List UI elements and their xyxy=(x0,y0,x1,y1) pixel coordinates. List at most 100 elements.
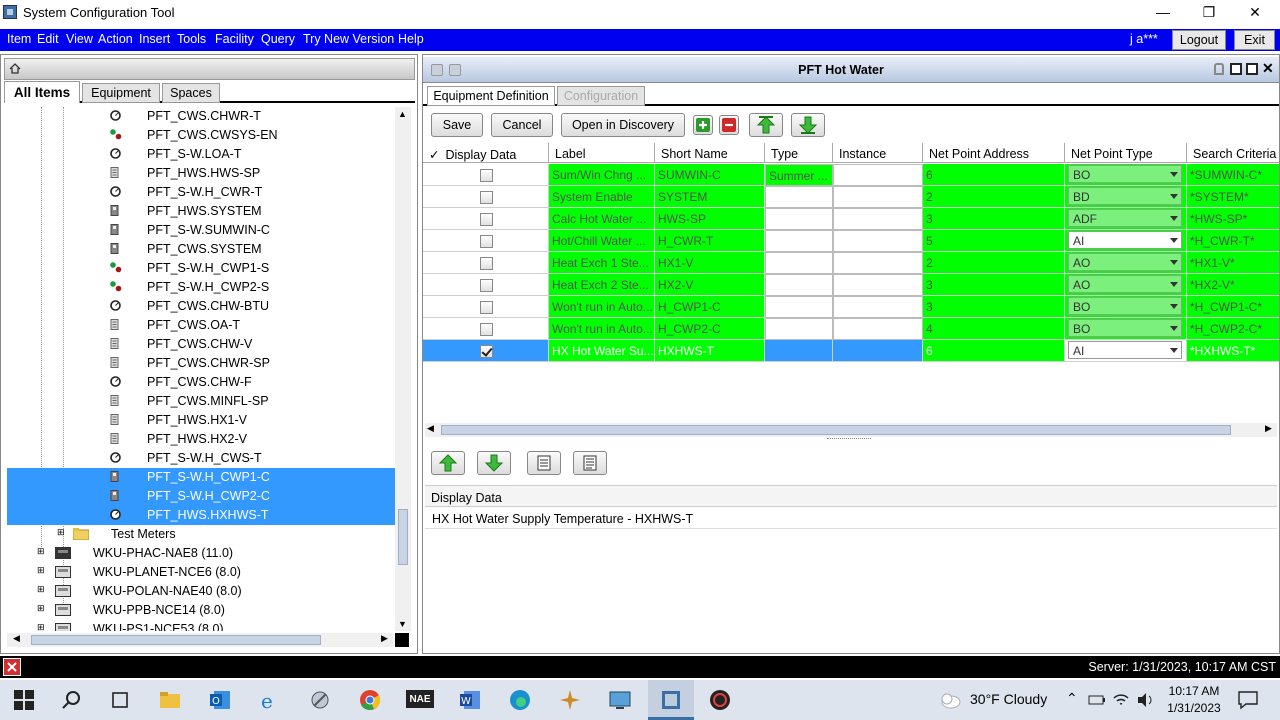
table-cell[interactable]: 6 xyxy=(923,340,1065,362)
menu-item[interactable]: Help xyxy=(398,32,424,46)
tree-item[interactable]: PFT_S-W.H_CWS-T xyxy=(7,449,395,468)
scroll-left-icon[interactable]: ◀ xyxy=(13,633,20,644)
table-cell[interactable]: Sum/Win Chng ... xyxy=(549,164,655,186)
scroll-left-icon[interactable]: ◀ xyxy=(427,423,434,434)
table-cell[interactable]: 3 xyxy=(923,208,1065,230)
table-cell[interactable]: *H_CWR-T* xyxy=(1187,230,1279,252)
table-cell[interactable]: SYSTEM xyxy=(655,186,765,208)
display-data-checkbox[interactable] xyxy=(480,345,493,358)
table-cell[interactable]: HXHWS-T xyxy=(655,340,765,362)
clock[interactable]: 10:17 AM 1/31/2023 xyxy=(1160,684,1228,715)
table-cell[interactable] xyxy=(765,208,833,230)
display-data-checkbox[interactable] xyxy=(480,279,493,292)
table-cell[interactable]: Hot/Chill Water ... xyxy=(549,230,655,252)
tree-device[interactable]: ⊞ WKU-PPB-NCE14 (8.0) xyxy=(7,601,395,620)
expand-icon[interactable]: ⊞ xyxy=(37,565,48,576)
table-cell[interactable]: H_CWR-T xyxy=(655,230,765,252)
table-cell[interactable]: BD xyxy=(1065,186,1187,208)
task-view-icon[interactable] xyxy=(108,688,132,712)
display-data-checkbox[interactable] xyxy=(480,323,493,336)
net-point-type-select[interactable]: AI xyxy=(1068,231,1182,249)
tree-device[interactable]: ⊞ WKU-PHAC-NAE8 (11.0) xyxy=(7,544,395,563)
column-header[interactable]: Net Point Address xyxy=(923,143,1065,163)
table-cell[interactable]: *SUMWIN-C* xyxy=(1187,164,1279,186)
table-cell[interactable]: HX2-V xyxy=(655,274,765,296)
table-cell[interactable] xyxy=(833,164,923,186)
display-data-checkbox[interactable] xyxy=(480,257,493,270)
tree-item[interactable]: PFT_CWS.CHW-BTU xyxy=(7,297,395,316)
table-cell[interactable] xyxy=(765,186,833,208)
remove-row-button[interactable] xyxy=(719,115,739,135)
table-cell[interactable] xyxy=(765,252,833,274)
cancel-button[interactable]: Cancel xyxy=(491,113,553,137)
table-cell[interactable]: *SYSTEM* xyxy=(1187,186,1279,208)
table-cell[interactable]: H_CWP2-C xyxy=(655,318,765,340)
maximize-icon[interactable] xyxy=(1230,63,1242,75)
internet-explorer-icon[interactable]: e xyxy=(258,688,282,712)
table-cell[interactable] xyxy=(833,230,923,252)
tab-all-items[interactable]: All Items xyxy=(4,81,80,103)
tree-item[interactable]: PFT_S-W.H_CWP1-S xyxy=(7,259,395,278)
table-cell[interactable]: BO xyxy=(1065,318,1187,340)
table-cell[interactable]: HX Hot Water Su... xyxy=(549,340,655,362)
net-point-type-select[interactable]: BD xyxy=(1068,187,1182,205)
table-cell[interactable]: HWS-SP xyxy=(655,208,765,230)
tree-item[interactable]: PFT_CWS.OA-T xyxy=(7,316,395,335)
table-cell[interactable]: 2 xyxy=(923,186,1065,208)
table-cell[interactable]: AI xyxy=(1065,230,1187,252)
battery-icon[interactable] xyxy=(1088,688,1106,712)
column-header[interactable]: Net Point Type xyxy=(1065,143,1187,163)
tree-folder[interactable]: ⊞ Test Meters xyxy=(7,525,395,544)
table-cell[interactable]: 3 xyxy=(923,296,1065,318)
tree-item[interactable]: PFT_CWS.CWSYS-EN xyxy=(7,126,395,145)
table-cell[interactable] xyxy=(423,318,549,340)
table-cell[interactable] xyxy=(833,296,923,318)
tree-item[interactable]: PFT_CWS.CHW-V xyxy=(7,335,395,354)
tree-item[interactable]: PFT_CWS.CHW-F xyxy=(7,373,395,392)
table-cell[interactable]: ADF xyxy=(1065,208,1187,230)
table-cell[interactable] xyxy=(423,340,549,362)
table-cell[interactable]: Heat Exch 2 Ste... xyxy=(549,274,655,296)
table-cell[interactable]: SUMWIN-C xyxy=(655,164,765,186)
volume-icon[interactable] xyxy=(1136,688,1154,712)
add-row-button[interactable] xyxy=(693,115,713,135)
tab-equipment-definition[interactable]: Equipment Definition xyxy=(427,86,555,106)
table-horizontal-scrollbar[interactable]: ◀ ▶ xyxy=(425,423,1277,437)
save-button[interactable]: Save xyxy=(431,113,483,137)
float-icon[interactable] xyxy=(1246,63,1258,75)
net-point-type-select[interactable]: AI xyxy=(1068,341,1182,359)
table-cell[interactable]: 3 xyxy=(923,274,1065,296)
table-cell[interactable] xyxy=(423,230,549,252)
table-cell[interactable]: BO xyxy=(1065,296,1187,318)
tree-item[interactable]: PFT_S-W.H_CWR-T xyxy=(7,183,395,202)
tree-item[interactable]: PFT_HWS.SYSTEM xyxy=(7,202,395,221)
table-cell[interactable] xyxy=(833,340,923,362)
tree-device[interactable]: ⊞ WKU-PLANET-NCE6 (8.0) xyxy=(7,563,395,582)
recorder-icon[interactable] xyxy=(708,688,732,712)
expand-icon[interactable]: ⊞ xyxy=(37,546,48,557)
menu-item[interactable]: Tools xyxy=(177,32,206,46)
restore-icon[interactable]: ❐ xyxy=(1186,0,1232,24)
column-header[interactable]: Label xyxy=(549,143,655,163)
edge-icon[interactable] xyxy=(508,688,532,712)
snipping-tool-icon[interactable] xyxy=(308,688,332,712)
table-cell[interactable]: 5 xyxy=(923,230,1065,252)
net-point-type-select[interactable]: BO xyxy=(1068,297,1182,315)
table-cell[interactable] xyxy=(423,186,549,208)
table-cell[interactable] xyxy=(765,296,833,318)
display-data-checkbox[interactable] xyxy=(480,213,493,226)
table-cell[interactable]: AO xyxy=(1065,274,1187,296)
outlook-icon[interactable]: O xyxy=(208,688,232,712)
display-data-checkbox[interactable] xyxy=(480,191,493,204)
table-cell[interactable]: Won't run in Auto... xyxy=(549,318,655,340)
close-icon[interactable]: ✕ xyxy=(1232,0,1278,24)
net-point-type-select[interactable]: AO xyxy=(1068,275,1182,293)
table-cell[interactable]: BO xyxy=(1065,164,1187,186)
display-data-checkbox[interactable] xyxy=(480,169,493,182)
detail-move-down-button[interactable] xyxy=(477,451,511,475)
table-cell[interactable] xyxy=(765,274,833,296)
system-configuration-tool-icon[interactable] xyxy=(659,688,683,712)
expand-icon[interactable]: ⊞ xyxy=(37,603,48,614)
column-header[interactable]: Short Name xyxy=(655,143,765,163)
detail-row[interactable]: HX Hot Water Supply Temperature - HXHWS-… xyxy=(425,507,1277,529)
